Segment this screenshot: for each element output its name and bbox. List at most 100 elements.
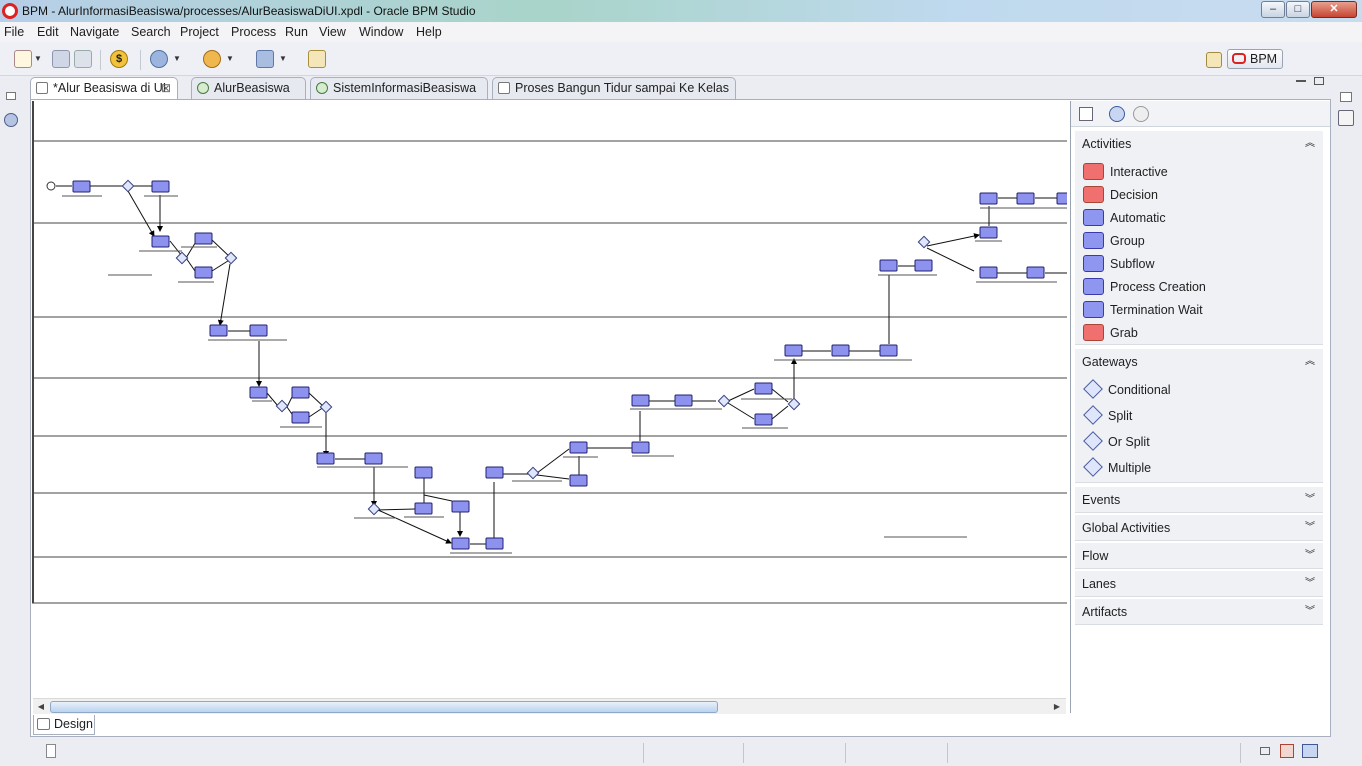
activity-node[interactable] [979,266,998,279]
problems-view-icon[interactable] [1280,744,1294,758]
outline-view-icon[interactable] [1338,110,1354,126]
palette-item-process-creation[interactable]: Process Creation [1083,276,1206,298]
activity-node[interactable] [831,344,850,357]
activity-node[interactable] [451,537,470,550]
activity-node[interactable] [569,474,588,487]
menu-process[interactable]: Process [231,25,276,39]
palette-section-artifacts[interactable]: Artifacts ︾ [1075,599,1323,625]
expand-icon[interactable]: ︾ [1305,515,1315,541]
server-icon[interactable] [256,50,274,68]
new-icon[interactable] [14,50,32,68]
gateway-node[interactable] [367,502,381,516]
palette-item-or-split[interactable]: Or Split [1083,431,1150,453]
activity-node[interactable] [209,324,228,337]
close-window-button[interactable]: ✕ [1311,1,1357,18]
fast-view-icon[interactable] [46,744,56,758]
deploy-dropdown-arrow-icon[interactable]: ▼ [226,54,234,63]
menu-help[interactable]: Help [416,25,442,39]
menu-project[interactable]: Project [180,25,219,39]
tab-proses-bangun-tidur[interactable]: Proses Bangun Tidur sampai Ke Kelas [492,77,736,99]
palette-item-decision[interactable]: Decision [1083,184,1158,206]
activity-node[interactable] [485,466,504,479]
open-perspective-icon[interactable] [1206,52,1222,68]
palette-item-split[interactable]: Split [1083,405,1132,427]
gateways-section-header[interactable]: Gateways ︽ [1075,349,1323,375]
dollar-icon[interactable]: $ [110,50,128,68]
new-dropdown-arrow-icon[interactable]: ▼ [34,54,42,63]
activity-node[interactable] [485,537,504,550]
palette-item-multiple[interactable]: Multiple [1083,457,1151,479]
activity-node[interactable] [291,411,310,424]
gateway-node[interactable] [275,399,289,413]
menu-window[interactable]: Window [359,25,403,39]
palette-item-automatic[interactable]: Automatic [1083,207,1166,229]
navigator-view-icon[interactable] [4,113,18,127]
tab-sisteminformasibeasiswa[interactable]: SistemInformasiBeasiswa [310,77,488,99]
palette-section-events[interactable]: Events ︾ [1075,487,1323,513]
gateway-node[interactable] [717,394,731,408]
palette-item-subflow[interactable]: Subflow [1083,253,1154,275]
activity-node[interactable] [151,180,170,193]
activity-node[interactable] [784,344,803,357]
palette-item-interactive[interactable]: Interactive [1083,161,1168,183]
palette-section-global-activities[interactable]: Global Activities ︾ [1075,515,1323,541]
menu-navigate[interactable]: Navigate [70,25,119,39]
zoom-in-icon[interactable] [1109,106,1125,122]
gateway-node[interactable] [526,466,540,480]
activity-node[interactable] [979,192,998,205]
palette-item-conditional[interactable]: Conditional [1083,379,1171,401]
activity-node[interactable] [1056,192,1067,205]
activity-node[interactable] [754,413,773,426]
canvas-horizontal-scrollbar[interactable]: ◀ ▶ [33,698,1066,714]
palette-section-flow[interactable]: Flow ︾ [1075,543,1323,569]
menu-search[interactable]: Search [131,25,171,39]
restore-minimized-icon[interactable] [1260,747,1270,755]
activity-node[interactable] [194,232,213,245]
menu-view[interactable]: View [319,25,346,39]
activity-node[interactable] [72,180,91,193]
activity-node[interactable] [674,394,693,407]
activity-node[interactable] [754,382,773,395]
scroll-left-icon[interactable]: ◀ [34,700,48,714]
menu-file[interactable]: File [4,25,24,39]
design-editor-tab[interactable]: Design [33,715,95,735]
activity-node[interactable] [914,259,933,272]
tab-alur-beasiswa-di-ui[interactable]: *Alur Beasiswa di UI ⊠ [30,77,178,100]
restore-view-icon[interactable] [6,92,16,100]
activity-node[interactable] [1016,192,1035,205]
activity-node[interactable] [979,226,998,239]
scrollbar-thumb[interactable] [50,701,718,713]
activity-node[interactable] [451,500,470,513]
deploy-icon[interactable] [203,50,221,68]
collapse-icon[interactable]: ︽ [1305,131,1315,157]
activities-section-header[interactable]: Activities ︽ [1075,131,1323,157]
print-icon[interactable] [74,50,92,68]
globe-icon[interactable] [150,50,168,68]
gateway-node[interactable] [319,400,333,414]
console-view-icon[interactable] [1302,744,1318,758]
maximize-button[interactable]: □ [1286,1,1310,18]
menu-run[interactable]: Run [285,25,308,39]
collapse-icon[interactable]: ︽ [1305,349,1315,375]
activity-node[interactable] [194,266,213,279]
activity-node[interactable] [364,452,383,465]
activity-node[interactable] [414,466,433,479]
activity-node[interactable] [879,344,898,357]
palette-section-lanes[interactable]: Lanes ︾ [1075,571,1323,597]
activity-node[interactable] [631,394,650,407]
activity-node[interactable] [151,235,170,248]
gateway-node[interactable] [787,397,801,411]
globe-dropdown-arrow-icon[interactable]: ▼ [173,54,181,63]
activity-node[interactable] [879,259,898,272]
restore-right-view-icon[interactable] [1340,92,1352,102]
activity-node[interactable] [569,441,588,454]
expand-icon[interactable]: ︾ [1305,599,1315,625]
palette-item-group[interactable]: Group [1083,230,1145,252]
scroll-right-icon[interactable]: ▶ [1050,700,1064,714]
activity-node[interactable] [1026,266,1045,279]
save-icon[interactable] [52,50,70,68]
activity-node[interactable] [249,324,268,337]
menu-edit[interactable]: Edit [37,25,59,39]
palette-item-termination-wait[interactable]: Termination Wait [1083,299,1203,321]
palette-item-grab[interactable]: Grab [1083,322,1138,344]
